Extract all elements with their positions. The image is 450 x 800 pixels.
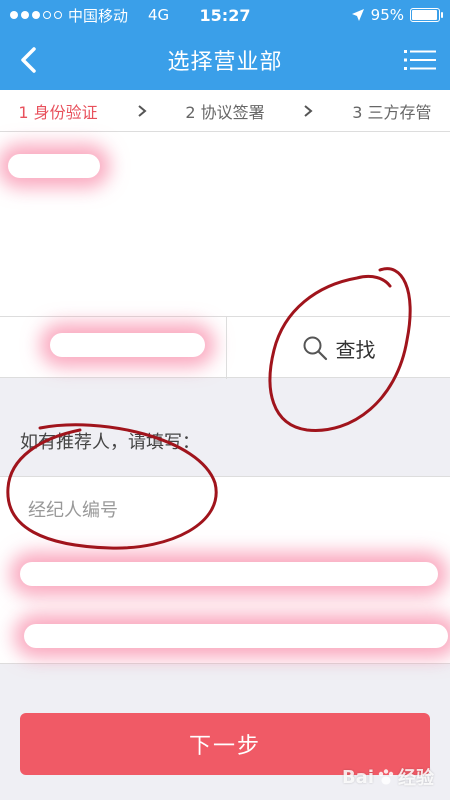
chevron-right-icon <box>304 104 314 117</box>
location-arrow-icon <box>351 9 364 21</box>
watermark-text: Bai <box>341 766 374 788</box>
redacted-text <box>8 154 100 178</box>
battery-percent: 95% <box>370 6 404 24</box>
province-select[interactable] <box>0 317 226 379</box>
status-left: 中国移动 4G <box>10 5 169 26</box>
redacted-text <box>20 562 438 586</box>
selection-area <box>0 132 450 316</box>
search-button-label: 查找 <box>335 337 376 362</box>
broker-id-placeholder: 经纪人编号 <box>28 499 118 521</box>
list-menu-icon <box>404 50 436 70</box>
search-row: 查找 <box>0 316 450 379</box>
baidu-watermark: Bai 经验 <box>342 764 434 790</box>
network-label: 4G <box>148 6 170 24</box>
chevron-right-icon <box>137 104 147 117</box>
battery-icon <box>410 8 443 22</box>
referrer-label: 如有推荐人，请填写： <box>20 432 200 453</box>
next-step-label: 下一步 <box>188 734 261 759</box>
menu-button[interactable] <box>400 40 440 80</box>
referrer-extra-fields <box>0 540 450 664</box>
carrier-label: 中国移动 <box>68 6 129 25</box>
signal-strength-icon <box>10 11 62 19</box>
step-3: 3 三方存管 <box>352 102 432 122</box>
search-button[interactable]: 查找 <box>227 317 450 379</box>
page-title: 选择营业部 <box>167 50 283 75</box>
nav-bar: 选择营业部 <box>0 30 450 90</box>
broker-id-input[interactable]: 经纪人编号 <box>0 476 450 540</box>
watermark-suffix: 经验 <box>398 768 434 789</box>
paw-icon <box>378 769 394 785</box>
status-bar: 中国移动 4G 15:27 95% <box>0 0 450 30</box>
battery-fill <box>412 10 437 20</box>
chevron-left-icon <box>21 47 36 73</box>
step-1: 1 身份验证 <box>18 102 98 122</box>
search-icon <box>303 336 327 361</box>
back-button[interactable] <box>8 40 48 80</box>
redacted-text <box>24 624 448 648</box>
step-2: 2 协议签署 <box>185 102 265 122</box>
status-right: 95% <box>351 6 443 24</box>
step-indicator: 1 身份验证 2 协议签署 3 三方存管 <box>0 90 450 132</box>
redacted-text <box>50 333 205 357</box>
